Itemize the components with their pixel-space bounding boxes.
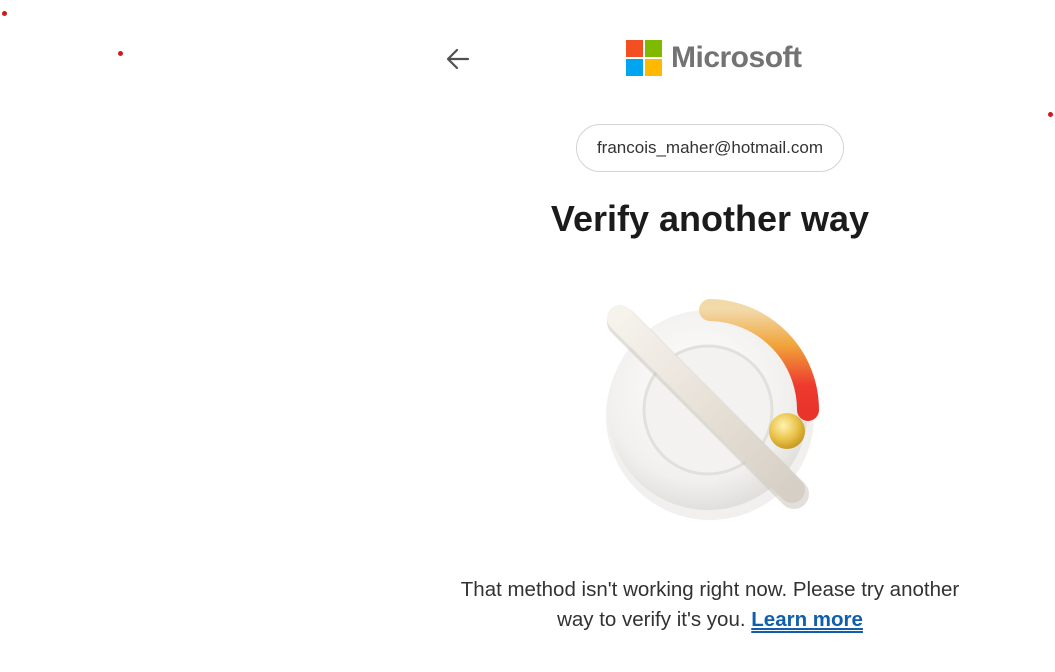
brand-name: Microsoft bbox=[671, 41, 802, 74]
logo-square-green bbox=[645, 40, 662, 57]
blocked-gauge-icon bbox=[606, 299, 819, 520]
back-arrow-icon bbox=[446, 48, 470, 70]
status-message: That method isn't working right now. Ple… bbox=[440, 575, 980, 635]
red-dot-marker bbox=[1048, 112, 1053, 117]
logo-square-blue bbox=[626, 59, 643, 76]
account-identity-button[interactable]: francois_maher@hotmail.com bbox=[576, 124, 844, 172]
account-email: francois_maher@hotmail.com bbox=[596, 138, 824, 157]
red-dot-marker bbox=[2, 11, 7, 16]
back-button[interactable] bbox=[444, 45, 472, 73]
page-title: Verify another way bbox=[550, 198, 870, 239]
learn-more-link[interactable]: Learn more bbox=[751, 608, 863, 631]
logo-square-red bbox=[626, 40, 643, 57]
logo-square-yellow bbox=[645, 59, 662, 76]
verify-another-way-page: Microsoft francois_maher@hotmail.com Ver… bbox=[0, 0, 1055, 672]
microsoft-logo-icon bbox=[626, 40, 662, 76]
red-dot-marker bbox=[118, 51, 123, 56]
status-message-text: That method isn't working right now. Ple… bbox=[460, 578, 960, 631]
microsoft-logo: Microsoft bbox=[626, 40, 802, 76]
